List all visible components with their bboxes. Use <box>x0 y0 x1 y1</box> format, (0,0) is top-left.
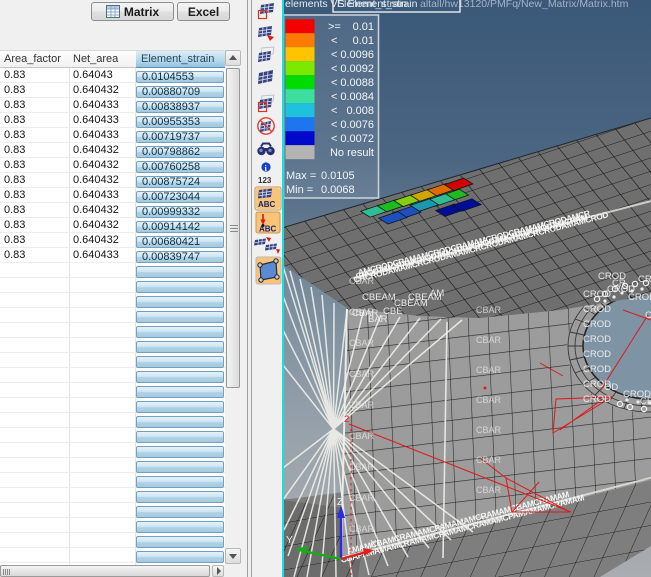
svg-text:0.01: 0.01 <box>353 35 374 47</box>
svg-text:CBAR: CBAR <box>349 462 375 472</box>
svg-text:CBAR: CBAR <box>476 515 502 525</box>
svg-text:CBAR: CBAR <box>349 524 375 534</box>
svg-text:0.0096: 0.0096 <box>340 49 374 61</box>
svg-text:0.0088: 0.0088 <box>340 77 374 89</box>
svg-text:CROD: CROD <box>583 319 611 330</box>
svg-text:CBAR: CBAR <box>476 395 502 405</box>
svg-text:OD: OD <box>604 382 618 393</box>
svg-text:CROD: CROD <box>583 394 611 405</box>
svg-text:altall/hw13120/PMFq/New_Matrix: altall/hw13120/PMFq/New_Matrix/Matrix.ht… <box>420 0 629 10</box>
svg-text:CBAR: CBAR <box>476 485 502 495</box>
svg-text:CROD: CROD <box>583 364 611 375</box>
svg-text:>=: >= <box>328 21 341 33</box>
svg-text:CR: CR <box>640 396 651 407</box>
svg-text:X: X <box>370 539 377 550</box>
svg-text:CBEAM: CBEAM <box>394 298 428 309</box>
svg-text:CROD: CROD <box>598 271 626 282</box>
svg-text:No result: No result <box>330 147 374 159</box>
svg-text:0.0068: 0.0068 <box>321 184 355 196</box>
svg-text:CROD: CROD <box>583 334 611 345</box>
svg-text:2: 2 <box>344 414 349 425</box>
svg-text:Y: Y <box>286 535 293 546</box>
svg-text:123: 123 <box>258 176 272 185</box>
svg-text:Max =: Max = <box>286 170 316 182</box>
svg-text:<: < <box>331 133 337 145</box>
svg-text:Z: Z <box>337 497 343 508</box>
svg-text:ABC: ABC <box>259 225 277 234</box>
svg-text:CBAR: CBAR <box>349 431 375 441</box>
svg-text:<: < <box>331 77 337 89</box>
svg-text:CBAR: CBAR <box>349 369 375 379</box>
svg-text:0.0072: 0.0072 <box>340 133 374 145</box>
svg-text:CROD: CROD <box>583 304 611 315</box>
svg-text:0.0105: 0.0105 <box>321 170 355 182</box>
svg-text:Element_strain: Element_strain <box>337 0 407 10</box>
svg-text:<: < <box>331 63 337 75</box>
svg-text:Min =: Min = <box>286 184 313 196</box>
svg-text:CBAR: CBAR <box>476 335 502 345</box>
svg-text:<: < <box>331 119 337 131</box>
svg-text:0.0076: 0.0076 <box>340 119 374 131</box>
svg-text:0.01: 0.01 <box>353 21 374 33</box>
svg-text:0.0084: 0.0084 <box>340 91 374 103</box>
svg-text:<: < <box>331 91 337 103</box>
svg-text:<: < <box>331 35 337 47</box>
svg-text:CROD: CROD <box>583 349 611 360</box>
svg-text:CR: CR <box>645 310 651 321</box>
svg-text:CBAR: CBAR <box>476 455 502 465</box>
svg-text:CBAR: CBAR <box>476 365 502 375</box>
svg-text:CBAR: CBAR <box>349 338 375 348</box>
svg-text:<: < <box>331 49 337 61</box>
svg-text:<: < <box>331 105 337 117</box>
svg-text:0.0092: 0.0092 <box>340 63 374 75</box>
svg-text:AM: AM <box>430 288 444 299</box>
svg-text:CBEAM: CBEAM <box>362 292 396 303</box>
svg-text:CBAR: CBAR <box>476 425 502 435</box>
svg-text:CROD: CROD <box>638 274 651 285</box>
svg-text:0.008: 0.008 <box>346 105 374 117</box>
svg-text:CBAR: CBAR <box>349 400 375 410</box>
svg-text:ABC: ABC <box>258 200 276 209</box>
svg-text:CBAR: CBAR <box>349 493 375 503</box>
svg-text:CBAR: CBAR <box>349 276 375 286</box>
svg-text:CROD: CROD <box>628 292 651 303</box>
svg-text:CBAR: CBAR <box>476 305 502 315</box>
